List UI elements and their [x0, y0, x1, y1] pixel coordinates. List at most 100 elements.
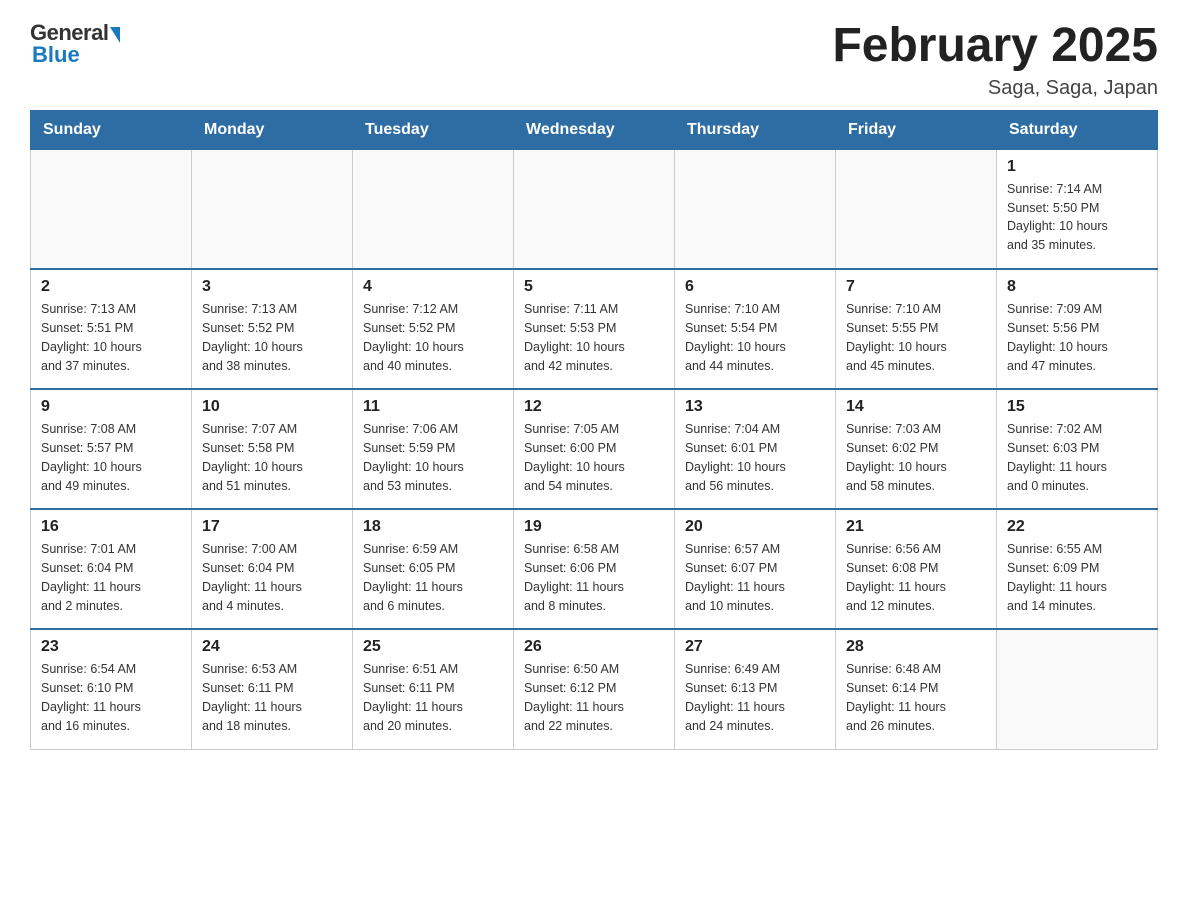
- day-number: 20: [685, 518, 825, 536]
- day-number: 12: [524, 398, 664, 416]
- day-number: 15: [1007, 398, 1147, 416]
- header-saturday: Saturday: [997, 110, 1158, 149]
- day-info: Sunrise: 6:59 AM Sunset: 6:05 PM Dayligh…: [363, 540, 503, 615]
- header-friday: Friday: [836, 110, 997, 149]
- day-number: 16: [41, 518, 181, 536]
- day-cell: 11Sunrise: 7:06 AM Sunset: 5:59 PM Dayli…: [353, 389, 514, 509]
- day-cell: 27 Sunrise: 6:49 AM Sunset: 6:13 PM Dayli…: [675, 629, 836, 749]
- day-info: Sunrise: 6:48 AM Sunset: 6:14 PM Dayligh…: [846, 660, 986, 735]
- day-info: Sunrise: 6:57 AM Sunset: 6:07 PM Dayligh…: [685, 540, 825, 615]
- day-number: 14: [846, 398, 986, 416]
- day-cell: [514, 149, 675, 269]
- calendar-header: SundayMondayTuesdayWednesdayThursdayFrid…: [31, 110, 1158, 149]
- logo-arrow-icon: [110, 27, 120, 43]
- day-number: 19: [524, 518, 664, 536]
- day-number: 25: [363, 638, 503, 656]
- day-number: 21: [846, 518, 986, 536]
- day-number: 18: [363, 518, 503, 536]
- day-info: Sunrise: 7:13 AM Sunset: 5:52 PM Dayligh…: [202, 300, 342, 375]
- header-thursday: Thursday: [675, 110, 836, 149]
- day-info: Sunrise: 7:03 AM Sunset: 6:02 PM Dayligh…: [846, 420, 986, 495]
- day-cell: 1Sunrise: 7:14 AM Sunset: 5:50 PM Daylig…: [997, 149, 1158, 269]
- day-cell: 10 Sunrise: 7:07 AM Sunset: 5:58 PM Dayli…: [192, 389, 353, 509]
- week-row-4: 16 Sunrise: 7:01 AM Sunset: 6:04 PM Dayli…: [31, 509, 1158, 629]
- day-cell: 12 Sunrise: 7:05 AM Sunset: 6:00 PM Dayli…: [514, 389, 675, 509]
- day-number: 8: [1007, 278, 1147, 296]
- day-info: Sunrise: 7:02 AM Sunset: 6:03 PM Dayligh…: [1007, 420, 1147, 495]
- day-cell: 13 Sunrise: 7:04 AM Sunset: 6:01 PM Dayli…: [675, 389, 836, 509]
- day-info: Sunrise: 7:05 AM Sunset: 6:00 PM Dayligh…: [524, 420, 664, 495]
- day-cell: 16 Sunrise: 7:01 AM Sunset: 6:04 PM Dayli…: [31, 509, 192, 629]
- day-info: Sunrise: 7:07 AM Sunset: 5:58 PM Dayligh…: [202, 420, 342, 495]
- day-info: Sunrise: 7:10 AM Sunset: 5:54 PM Dayligh…: [685, 300, 825, 375]
- day-info: Sunrise: 7:13 AM Sunset: 5:51 PM Dayligh…: [41, 300, 181, 375]
- day-cell: 18 Sunrise: 6:59 AM Sunset: 6:05 PM Dayli…: [353, 509, 514, 629]
- day-info: Sunrise: 6:55 AM Sunset: 6:09 PM Dayligh…: [1007, 540, 1147, 615]
- day-cell: [675, 149, 836, 269]
- day-cell: [192, 149, 353, 269]
- day-cell: 4 Sunrise: 7:12 AM Sunset: 5:52 PM Daylig…: [353, 269, 514, 389]
- day-cell: 25 Sunrise: 6:51 AM Sunset: 6:11 PM Dayli…: [353, 629, 514, 749]
- day-cell: 5Sunrise: 7:11 AM Sunset: 5:53 PM Daylig…: [514, 269, 675, 389]
- day-cell: 3 Sunrise: 7:13 AM Sunset: 5:52 PM Daylig…: [192, 269, 353, 389]
- day-number: 3: [202, 278, 342, 296]
- day-cell: 23Sunrise: 6:54 AM Sunset: 6:10 PM Dayli…: [31, 629, 192, 749]
- calendar-body: 1Sunrise: 7:14 AM Sunset: 5:50 PM Daylig…: [31, 149, 1158, 749]
- day-cell: 15 Sunrise: 7:02 AM Sunset: 6:03 PM Dayli…: [997, 389, 1158, 509]
- day-info: Sunrise: 7:08 AM Sunset: 5:57 PM Dayligh…: [41, 420, 181, 495]
- day-number: 27: [685, 638, 825, 656]
- week-row-5: 23Sunrise: 6:54 AM Sunset: 6:10 PM Dayli…: [31, 629, 1158, 749]
- day-info: Sunrise: 6:58 AM Sunset: 6:06 PM Dayligh…: [524, 540, 664, 615]
- day-cell: 20 Sunrise: 6:57 AM Sunset: 6:07 PM Dayli…: [675, 509, 836, 629]
- day-info: Sunrise: 7:11 AM Sunset: 5:53 PM Dayligh…: [524, 300, 664, 375]
- calendar-table: SundayMondayTuesdayWednesdayThursdayFrid…: [30, 110, 1158, 750]
- day-cell: 9Sunrise: 7:08 AM Sunset: 5:57 PM Daylig…: [31, 389, 192, 509]
- day-info: Sunrise: 6:54 AM Sunset: 6:10 PM Dayligh…: [41, 660, 181, 735]
- day-cell: [31, 149, 192, 269]
- day-cell: 19 Sunrise: 6:58 AM Sunset: 6:06 PM Dayli…: [514, 509, 675, 629]
- day-number: 7: [846, 278, 986, 296]
- day-cell: 2 Sunrise: 7:13 AM Sunset: 5:51 PM Daylig…: [31, 269, 192, 389]
- day-cell: 7Sunrise: 7:10 AM Sunset: 5:55 PM Daylig…: [836, 269, 997, 389]
- day-cell: 6 Sunrise: 7:10 AM Sunset: 5:54 PM Daylig…: [675, 269, 836, 389]
- day-number: 4: [363, 278, 503, 296]
- day-info: Sunrise: 7:01 AM Sunset: 6:04 PM Dayligh…: [41, 540, 181, 615]
- logo-blue-text: Blue: [32, 42, 80, 68]
- week-row-1: 1Sunrise: 7:14 AM Sunset: 5:50 PM Daylig…: [31, 149, 1158, 269]
- day-number: 11: [363, 398, 503, 416]
- day-cell: 8 Sunrise: 7:09 AM Sunset: 5:56 PM Daylig…: [997, 269, 1158, 389]
- day-number: 13: [685, 398, 825, 416]
- week-row-2: 2 Sunrise: 7:13 AM Sunset: 5:51 PM Daylig…: [31, 269, 1158, 389]
- day-number: 17: [202, 518, 342, 536]
- page-header: General Blue February 2025 Saga, Saga, J…: [30, 20, 1158, 100]
- day-info: Sunrise: 6:53 AM Sunset: 6:11 PM Dayligh…: [202, 660, 342, 735]
- day-info: Sunrise: 6:49 AM Sunset: 6:13 PM Dayligh…: [685, 660, 825, 735]
- day-cell: 26Sunrise: 6:50 AM Sunset: 6:12 PM Dayli…: [514, 629, 675, 749]
- day-cell: 28 Sunrise: 6:48 AM Sunset: 6:14 PM Dayli…: [836, 629, 997, 749]
- day-cell: 21 Sunrise: 6:56 AM Sunset: 6:08 PM Dayli…: [836, 509, 997, 629]
- day-number: 22: [1007, 518, 1147, 536]
- day-info: Sunrise: 6:51 AM Sunset: 6:11 PM Dayligh…: [363, 660, 503, 735]
- day-info: Sunrise: 7:00 AM Sunset: 6:04 PM Dayligh…: [202, 540, 342, 615]
- day-info: Sunrise: 7:04 AM Sunset: 6:01 PM Dayligh…: [685, 420, 825, 495]
- day-cell: 17 Sunrise: 7:00 AM Sunset: 6:04 PM Dayli…: [192, 509, 353, 629]
- day-info: Sunrise: 7:12 AM Sunset: 5:52 PM Dayligh…: [363, 300, 503, 375]
- day-number: 10: [202, 398, 342, 416]
- week-row-3: 9Sunrise: 7:08 AM Sunset: 5:57 PM Daylig…: [31, 389, 1158, 509]
- day-number: 6: [685, 278, 825, 296]
- day-number: 28: [846, 638, 986, 656]
- day-number: 24: [202, 638, 342, 656]
- header-wednesday: Wednesday: [514, 110, 675, 149]
- calendar-subtitle: Saga, Saga, Japan: [832, 77, 1158, 100]
- day-cell: [997, 629, 1158, 749]
- day-info: Sunrise: 7:09 AM Sunset: 5:56 PM Dayligh…: [1007, 300, 1147, 375]
- day-number: 1: [1007, 158, 1147, 176]
- day-info: Sunrise: 6:56 AM Sunset: 6:08 PM Dayligh…: [846, 540, 986, 615]
- title-section: February 2025 Saga, Saga, Japan: [832, 20, 1158, 100]
- day-cell: [353, 149, 514, 269]
- day-cell: 14 Sunrise: 7:03 AM Sunset: 6:02 PM Dayli…: [836, 389, 997, 509]
- day-cell: 24 Sunrise: 6:53 AM Sunset: 6:11 PM Dayli…: [192, 629, 353, 749]
- day-number: 26: [524, 638, 664, 656]
- day-number: 2: [41, 278, 181, 296]
- header-sunday: Sunday: [31, 110, 192, 149]
